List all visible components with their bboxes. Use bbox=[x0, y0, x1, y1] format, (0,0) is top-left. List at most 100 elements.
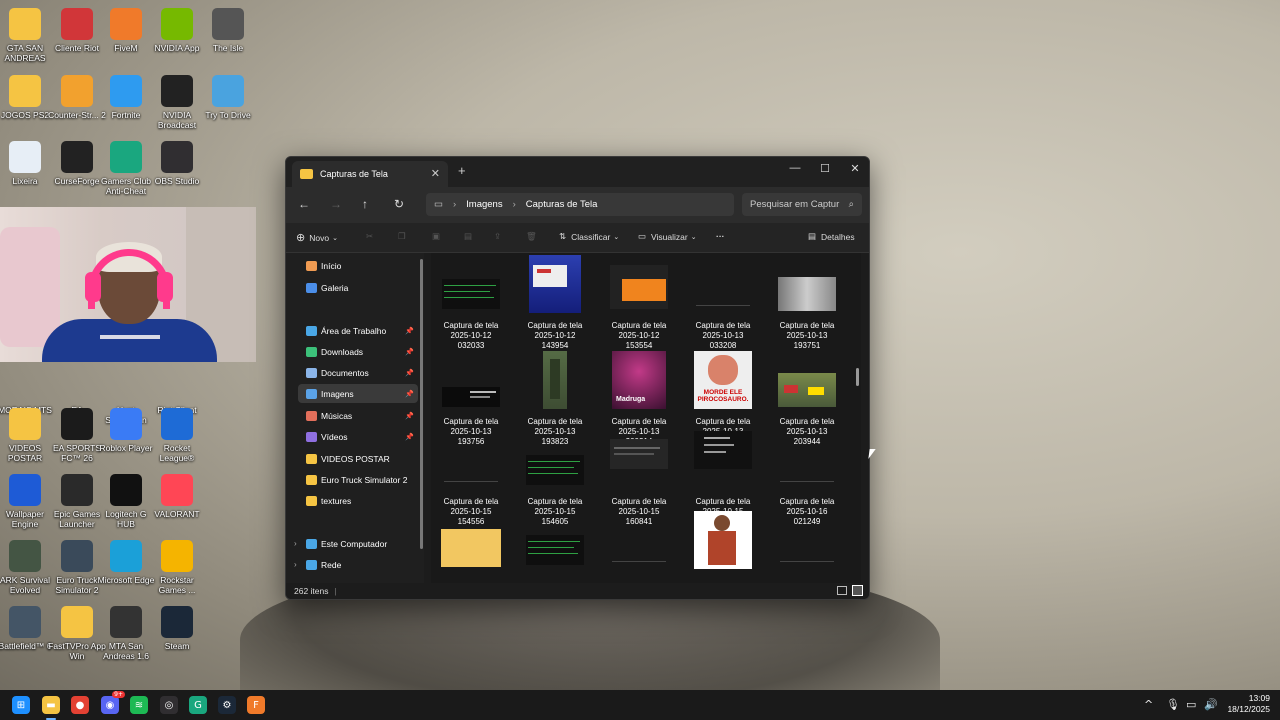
desktop-icon-label: Try To Drive bbox=[205, 110, 251, 120]
windows-start-icon[interactable]: ⊞ bbox=[12, 696, 30, 714]
sidebar-scrollbar[interactable] bbox=[420, 259, 423, 549]
breadcrumb-capturas[interactable]: Capturas de Tela bbox=[526, 199, 598, 210]
content-scrollbar[interactable] bbox=[854, 253, 860, 585]
sidebar-item[interactable]: Documentos 📌 bbox=[298, 363, 418, 382]
cut-icon[interactable]: ✂ bbox=[366, 231, 373, 242]
address-bar[interactable]: ▭ › Imagens › Capturas de Tela bbox=[426, 193, 734, 216]
rename-icon[interactable]: ▤ bbox=[464, 231, 472, 242]
sidebar-item[interactable]: › Este Computador bbox=[294, 534, 418, 553]
sidebar-item[interactable]: Downloads 📌 bbox=[298, 342, 418, 361]
fivem-icon bbox=[110, 8, 142, 40]
sidebar-item[interactable]: Euro Truck Simulator 2 bbox=[298, 470, 418, 489]
desktop-icon[interactable]: VALORANT bbox=[147, 474, 207, 519]
steam-icon[interactable]: ⚙ bbox=[218, 696, 236, 714]
mouse-cursor bbox=[868, 449, 876, 459]
details-button[interactable]: ▤ Detalhes bbox=[808, 231, 855, 242]
refresh-icon[interactable]: ↻ bbox=[394, 197, 404, 211]
sidebar-item[interactable]: Área de Trabalho 📌 bbox=[298, 321, 418, 340]
file-item[interactable]: Captura de tela 2025-10-13 193751 bbox=[765, 255, 849, 351]
details-pane-icon: ▤ bbox=[808, 231, 817, 241]
breadcrumb-imagens[interactable]: Imagens bbox=[466, 199, 502, 210]
file-item[interactable] bbox=[431, 511, 513, 577]
more-options-icon[interactable]: ··· bbox=[716, 231, 725, 241]
new-button[interactable]: ⊕ Novo ⌄ bbox=[296, 231, 338, 244]
delete-icon[interactable]: 🗑 bbox=[526, 231, 537, 242]
sidebar-item[interactable]: Início bbox=[298, 256, 418, 275]
copy-icon[interactable]: ❐ bbox=[398, 231, 406, 242]
file-item[interactable] bbox=[513, 511, 597, 577]
file-explorer-icon[interactable]: ▬ bbox=[42, 696, 60, 720]
sidebar-item[interactable]: textures bbox=[298, 491, 418, 510]
discord-icon[interactable]: ◉ 9+ bbox=[101, 691, 125, 714]
new-tab-button[interactable]: + bbox=[458, 163, 466, 178]
file-item[interactable]: Captura de tela 2025-10-12 143954 bbox=[513, 255, 597, 351]
desktop-icon[interactable]: OBS Studio bbox=[147, 141, 207, 186]
expand-chevron-icon[interactable]: › bbox=[294, 539, 297, 548]
details-view-icon[interactable] bbox=[837, 586, 847, 595]
expand-chevron-icon[interactable]: › bbox=[294, 560, 297, 569]
sidebar-item[interactable]: Imagens 📌 bbox=[298, 384, 418, 403]
desktop-icon[interactable]: Rockstar Games ... bbox=[147, 540, 207, 595]
obs-icon[interactable]: ◎ bbox=[160, 696, 178, 714]
thumbnail-image bbox=[765, 511, 849, 573]
thumbnail-image bbox=[431, 431, 513, 493]
spotify-icon[interactable]: ≋ bbox=[130, 696, 148, 714]
desktop-icon[interactable]: Try To Drive bbox=[198, 75, 258, 120]
easportsfc-icon bbox=[61, 408, 93, 440]
file-item[interactable]: Captura de tela 2025-10-13 033208 bbox=[681, 255, 765, 351]
fivem-icon[interactable]: F bbox=[247, 696, 265, 714]
up-icon[interactable]: ↑ bbox=[362, 197, 368, 211]
chevron-down-icon: ⌄ bbox=[690, 233, 697, 241]
nvidia-icon bbox=[161, 8, 193, 40]
paste-icon[interactable]: ▣ bbox=[432, 231, 440, 242]
sidebar-item[interactable]: VIDEOS POSTAR bbox=[298, 449, 418, 468]
epic-icon bbox=[61, 474, 93, 506]
minimize-button[interactable]: — bbox=[780, 162, 810, 174]
sidebar-item-label: Músicas bbox=[321, 410, 353, 421]
tab-capturas-de-tela[interactable]: Capturas de Tela ✕ bbox=[292, 161, 448, 187]
back-icon[interactable]: ← bbox=[298, 197, 310, 211]
file-item[interactable] bbox=[681, 511, 765, 577]
maximize-button[interactable]: ☐ bbox=[810, 162, 840, 175]
sidebar-item-label: Este Computador bbox=[321, 538, 388, 549]
status-divider: | bbox=[334, 586, 337, 596]
pin-icon: 📌 bbox=[405, 433, 414, 441]
show-hidden-icons-icon[interactable]: ^ bbox=[1144, 698, 1153, 711]
clock[interactable]: 13:09 18/12/2025 bbox=[1227, 693, 1270, 715]
network-icon[interactable]: ▭ bbox=[1186, 698, 1196, 711]
nvidia-broadcast-icon bbox=[161, 75, 193, 107]
folder-icon bbox=[306, 453, 317, 464]
file-item[interactable] bbox=[597, 511, 681, 577]
pin-icon: 📌 bbox=[405, 390, 414, 398]
sort-button[interactable]: ⇅ Classificar ⌄ bbox=[559, 231, 619, 242]
view-button[interactable]: ▭ Visualizar ⌄ bbox=[638, 231, 697, 242]
search-icon: ⌕ bbox=[848, 199, 854, 210]
thumbnails-view-icon[interactable] bbox=[852, 585, 863, 596]
home-icon bbox=[306, 260, 317, 271]
sidebar-item[interactable]: Vídeos 📌 bbox=[298, 427, 418, 446]
sidebar-item[interactable]: Galeria bbox=[298, 278, 418, 297]
file-item[interactable] bbox=[765, 511, 849, 577]
gamersclub-icon[interactable]: G bbox=[189, 696, 207, 714]
sidebar-item-label: Área de Trabalho bbox=[321, 325, 387, 336]
search-input[interactable]: Pesquisar em Captur ⌕ bbox=[742, 193, 862, 216]
desktop-icon[interactable]: The Isle bbox=[198, 8, 258, 53]
close-window-button[interactable]: ✕ bbox=[840, 162, 869, 175]
fortnite-icon bbox=[110, 75, 142, 107]
microphone-icon[interactable]: 🎙 bbox=[1166, 698, 1180, 711]
desktop-icon bbox=[306, 325, 317, 336]
desktop-icon[interactable]: Steam bbox=[147, 606, 207, 651]
desktop-icon[interactable]: Rocket League® bbox=[147, 408, 207, 463]
file-item[interactable]: Captura de tela 2025-10-12 032033 bbox=[431, 255, 513, 351]
sidebar-item[interactable]: › Rede bbox=[294, 555, 418, 574]
scrollbar-thumb[interactable] bbox=[856, 368, 859, 386]
file-item[interactable]: Captura de tela 2025-10-12 153554 bbox=[597, 255, 681, 351]
share-icon[interactable]: ⇪ bbox=[494, 231, 501, 242]
forward-icon[interactable]: → bbox=[330, 197, 342, 211]
date: 18/12/2025 bbox=[1227, 704, 1270, 714]
close-tab-icon[interactable]: ✕ bbox=[431, 167, 440, 180]
chrome-icon[interactable]: ● bbox=[71, 696, 89, 714]
pin-icon: 📌 bbox=[405, 412, 414, 420]
volume-icon[interactable]: 🔊 bbox=[1204, 698, 1218, 711]
sidebar-item[interactable]: Músicas 📌 bbox=[298, 406, 418, 425]
